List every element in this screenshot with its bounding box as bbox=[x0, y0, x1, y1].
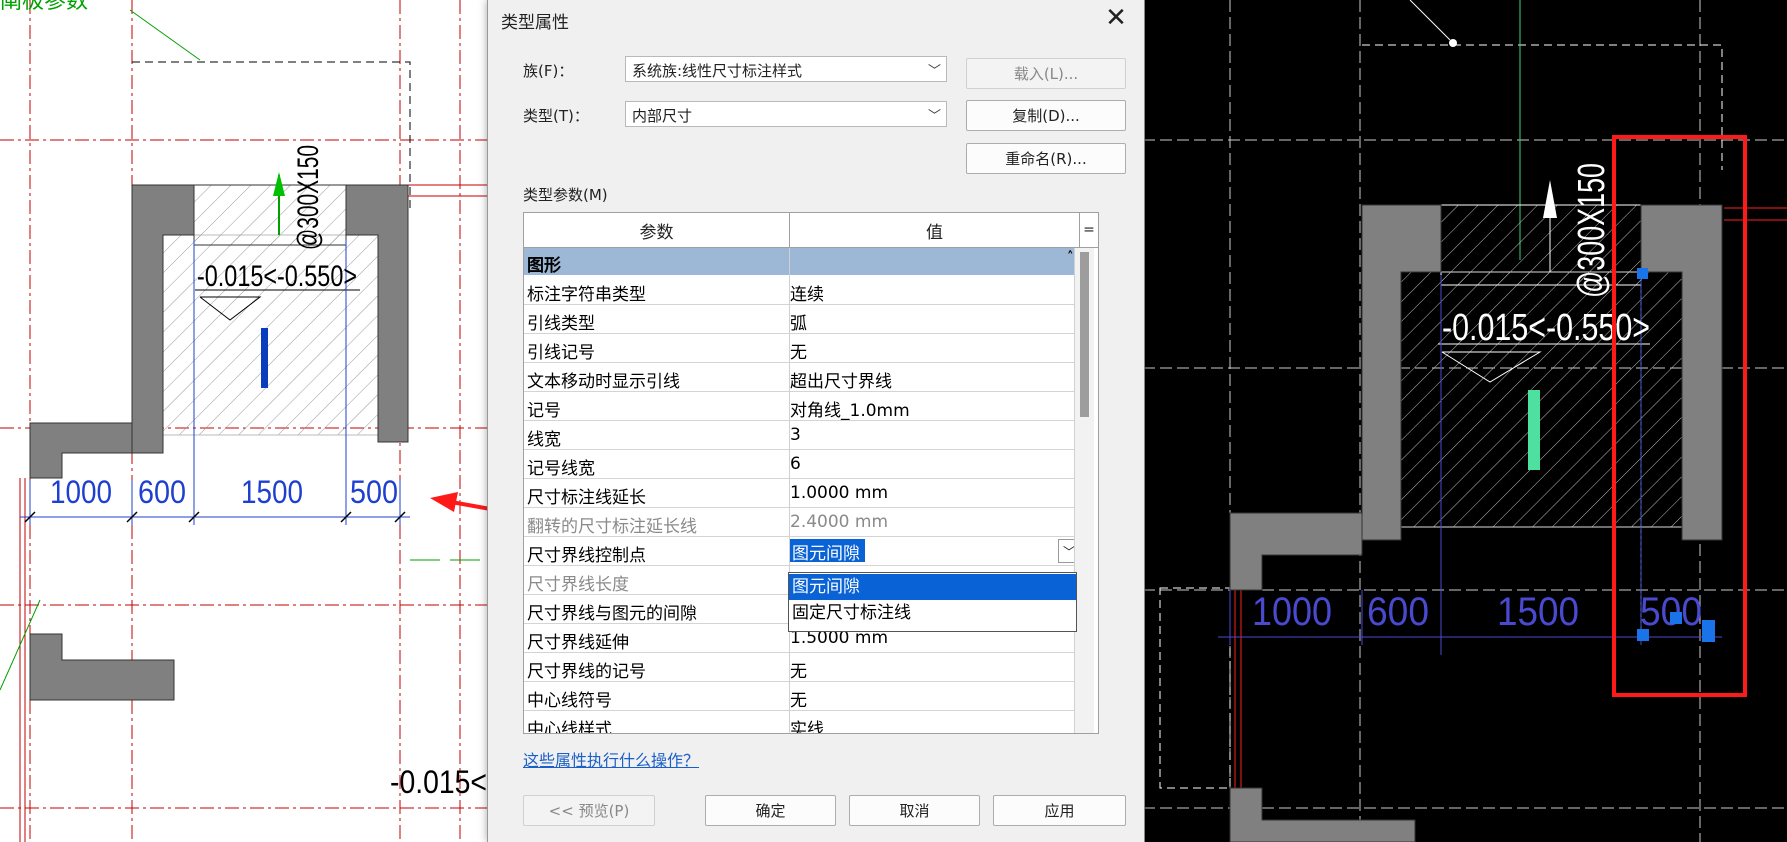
param-value[interactable]: 6 bbox=[790, 454, 801, 474]
dropdown-option[interactable]: 固定尺寸标注线 bbox=[789, 600, 1076, 626]
chevron-down-icon: ﹀ bbox=[927, 64, 941, 79]
level-text-left: -0.015<-0.550> bbox=[197, 260, 357, 293]
param-row[interactable]: 线宽 3 bbox=[524, 421, 1094, 450]
param-value-selected[interactable]: 图元间隙 bbox=[790, 539, 865, 564]
param-value: 2.4000 mm bbox=[790, 512, 889, 532]
dim-text-600-left: 600 bbox=[138, 474, 186, 510]
param-row[interactable]: 翻转的尺寸标注延长线 2.4000 mm bbox=[524, 508, 1094, 537]
param-value[interactable]: 无 bbox=[790, 338, 807, 363]
param-name: 中心线样式 bbox=[527, 720, 612, 734]
param-name: 记号 bbox=[527, 401, 561, 421]
param-value[interactable]: 实线 bbox=[790, 715, 824, 733]
dialog-title: 类型属性 bbox=[501, 13, 569, 33]
level-text-bottom-left: -0.015< bbox=[390, 764, 487, 800]
param-value[interactable]: 弧 bbox=[790, 309, 807, 334]
help-link[interactable]: 这些属性执行什么操作？ bbox=[523, 747, 699, 771]
param-row[interactable]: 标注字符串类型 连续 bbox=[524, 276, 1094, 305]
param-row[interactable]: 文本移动时显示引线 超出尺寸界线 bbox=[524, 363, 1094, 392]
param-name: 尺寸界线与图元的间隙 bbox=[527, 604, 697, 624]
type-properties-dialog: 类型属性 ✕ 族(F)： 系统族:线性尺寸标注样式 ﹀ 类型(T)： 内部尺寸 … bbox=[487, 0, 1145, 842]
cancel-button[interactable]: 取消 bbox=[849, 795, 980, 826]
dim-text-500-left: 500 bbox=[350, 474, 398, 510]
level-text-right: -0.015<-0.550> bbox=[1442, 307, 1650, 349]
param-value[interactable]: 超出尺寸界线 bbox=[790, 367, 892, 392]
family-value: 系统族:线性尺寸标注样式 bbox=[632, 62, 803, 80]
leader-dot-right bbox=[1449, 39, 1457, 47]
param-row[interactable]: 中心线符号 无 bbox=[524, 682, 1094, 711]
param-name: 引线记号 bbox=[527, 343, 595, 363]
column-divider bbox=[789, 248, 790, 733]
param-name: 尺寸界线的记号 bbox=[527, 662, 646, 682]
dim-text-1000-left: 1000 bbox=[50, 474, 112, 510]
scrollbar-thumb[interactable] bbox=[1080, 252, 1089, 417]
family-label: 族(F)： bbox=[523, 62, 574, 80]
family-select[interactable]: 系统族:线性尺寸标注样式 ﹀ bbox=[625, 56, 947, 82]
param-name: 尺寸界线延伸 bbox=[527, 633, 629, 653]
param-name: 文本移动时显示引线 bbox=[527, 372, 680, 392]
param-value[interactable]: 连续 bbox=[790, 280, 824, 305]
collapse-icon[interactable]: ˄ bbox=[1067, 250, 1074, 265]
rebar-text-right: @300X150 bbox=[1571, 163, 1613, 298]
param-value[interactable]: 对角线_1.0mm bbox=[790, 396, 910, 421]
type-params-grid[interactable]: 参数 值 = 图形 ˄ 标注字符串类型 连续 引线类型弧引线记号无文本移动时显示引线… bbox=[523, 212, 1099, 734]
preview-button[interactable]: << 预览(P) bbox=[523, 795, 655, 826]
dim-text-1500-right: 1500 bbox=[1497, 590, 1579, 634]
param-value[interactable]: 无 bbox=[790, 657, 807, 682]
type-label: 类型(T)： bbox=[523, 107, 589, 125]
param-name: 翻转的尺寸标注延长线 bbox=[527, 517, 697, 537]
chevron-down-icon: ﹀ bbox=[927, 109, 941, 124]
param-row[interactable]: 记号 对角线_1.0mm bbox=[524, 392, 1094, 421]
blue-marker-left bbox=[261, 328, 268, 388]
ok-button[interactable]: 确定 bbox=[705, 795, 836, 826]
param-row[interactable]: 引线记号 无 bbox=[524, 334, 1094, 363]
param-row[interactable]: 记号线宽 6 bbox=[524, 450, 1094, 479]
col-eq-header[interactable]: = bbox=[1080, 213, 1098, 247]
cad-left-top-label: 阐极参数 bbox=[0, 0, 88, 13]
dim-text-600-right: 600 bbox=[1367, 590, 1429, 634]
param-name: 尺寸界线长度 bbox=[527, 575, 629, 595]
col-param-header[interactable]: 参数 bbox=[524, 213, 790, 247]
load-button[interactable]: 载入(L)... bbox=[966, 58, 1126, 89]
col-value-header[interactable]: 值 bbox=[790, 213, 1080, 247]
param-value[interactable]: 3 bbox=[790, 425, 801, 445]
dim-text-1500-left: 1500 bbox=[241, 474, 303, 510]
param-name: 引线类型 bbox=[527, 314, 595, 334]
extension-control-dropdown[interactable]: 图元间隙 固定尺寸标注线 bbox=[788, 572, 1077, 632]
param-name: 中心线符号 bbox=[527, 691, 612, 711]
dropdown-option[interactable]: 图元间隙 bbox=[789, 574, 1076, 600]
param-name: 尺寸界线控制点 bbox=[527, 546, 646, 566]
duplicate-button[interactable]: 复制(D)... bbox=[966, 100, 1126, 131]
param-row[interactable]: 尺寸标注线延长 1.0000 mm bbox=[524, 479, 1094, 508]
param-name: 标注字符串类型 bbox=[527, 285, 646, 305]
param-row[interactable]: 中心线样式 实线 bbox=[524, 711, 1094, 734]
green-marker-right bbox=[1528, 390, 1540, 470]
param-row[interactable]: 尺寸界线控制点 图元间隙 ﹀ bbox=[524, 537, 1094, 566]
close-icon[interactable]: ✕ bbox=[1098, 2, 1134, 34]
group-header-graphics[interactable]: 图形 ˄ bbox=[524, 248, 1094, 276]
group-label: 图形 bbox=[527, 256, 561, 276]
apply-button[interactable]: 应用 bbox=[993, 795, 1126, 826]
param-name: 尺寸标注线延长 bbox=[527, 488, 646, 508]
param-value[interactable]: 无 bbox=[790, 686, 807, 711]
type-value: 内部尺寸 bbox=[632, 107, 693, 125]
grid-header: 参数 值 = bbox=[524, 213, 1098, 248]
param-name: 线宽 bbox=[527, 430, 561, 450]
param-name: 记号线宽 bbox=[527, 459, 595, 479]
type-select[interactable]: 内部尺寸 ﹀ bbox=[625, 101, 947, 127]
param-row[interactable]: 引线类型 弧 bbox=[524, 305, 1094, 334]
param-row[interactable]: 尺寸界线的记号 无 bbox=[524, 653, 1094, 682]
scrollbar[interactable] bbox=[1075, 248, 1094, 733]
type-params-label: 类型参数(M) bbox=[523, 186, 608, 204]
rename-button[interactable]: 重命名(R)... bbox=[966, 143, 1126, 174]
param-value[interactable]: 1.0000 mm bbox=[790, 483, 888, 503]
dim-text-1000-right: 1000 bbox=[1252, 590, 1332, 634]
rebar-text-left: @300X150 bbox=[292, 145, 325, 250]
